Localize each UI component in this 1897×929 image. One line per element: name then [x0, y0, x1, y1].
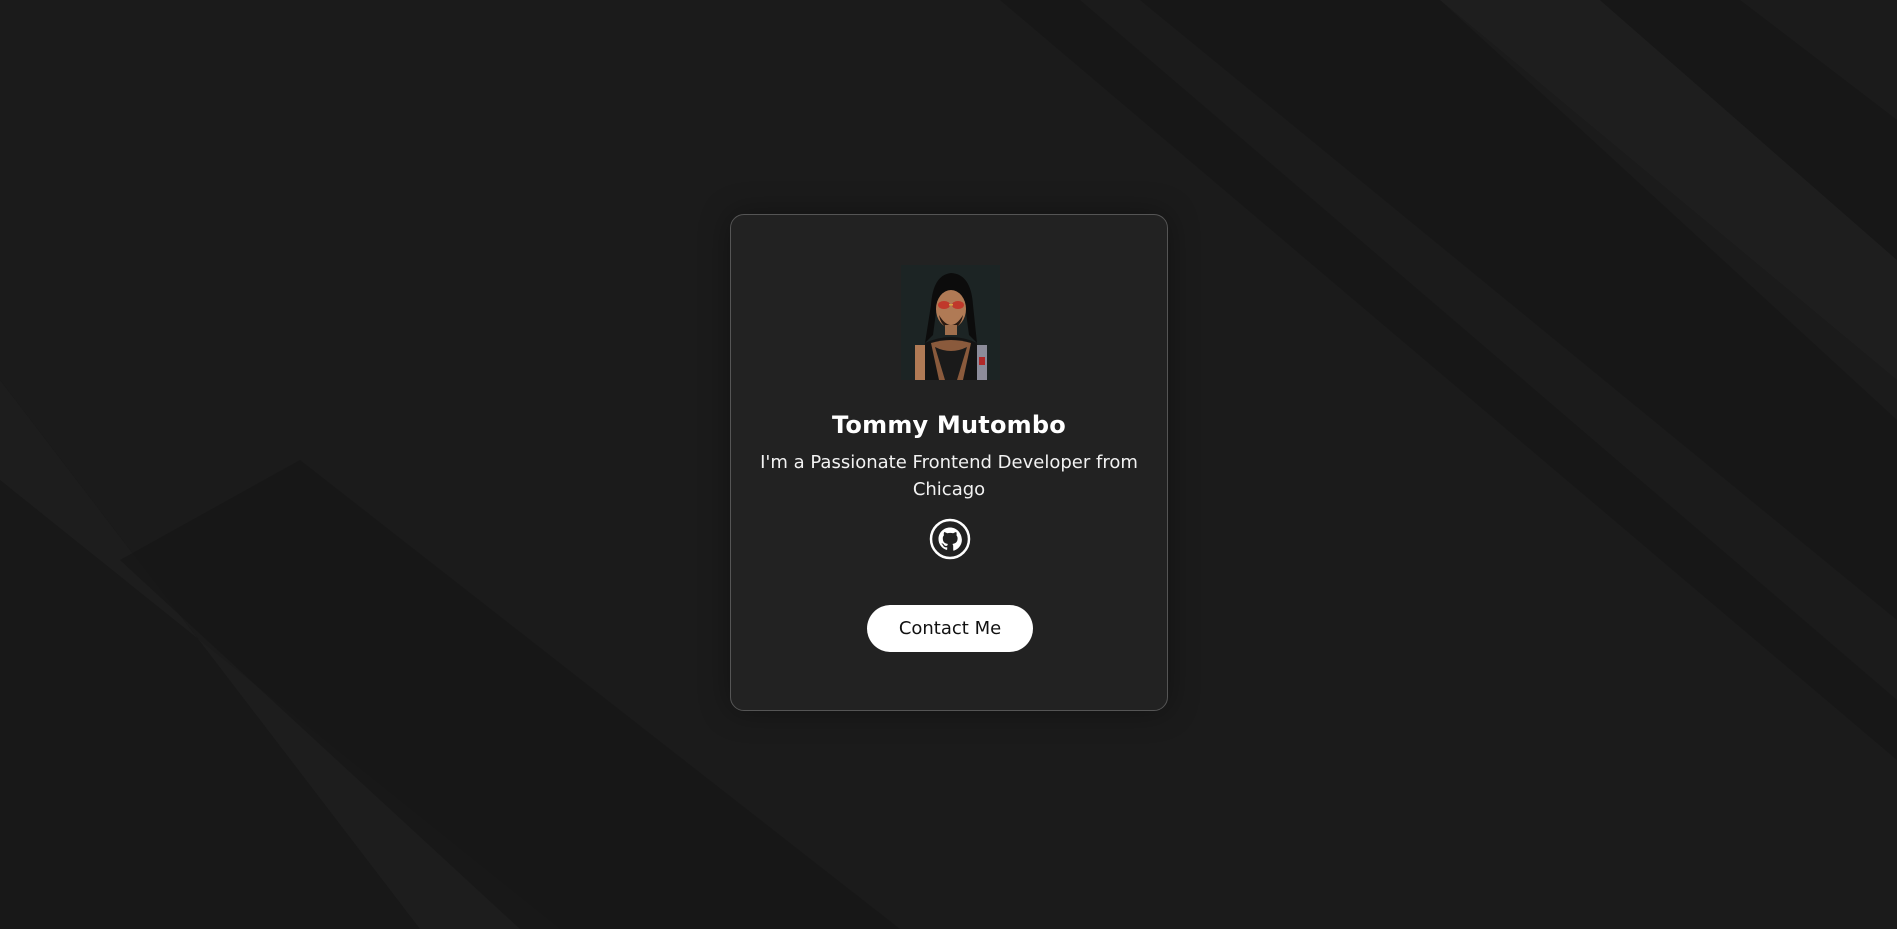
- github-link[interactable]: [929, 518, 971, 560]
- portrait-avatar: [901, 265, 1000, 380]
- contact-me-button[interactable]: Contact Me: [867, 605, 1033, 652]
- github-icon: [929, 518, 971, 560]
- profile-bio: I'm a Passionate Frontend Developer from…: [760, 452, 1138, 500]
- avatar: [901, 265, 1000, 380]
- profile-card: Tommy Mutombo I'm a Passionate Frontend …: [730, 214, 1168, 711]
- profile-name: Tommy Mutombo: [832, 411, 1066, 439]
